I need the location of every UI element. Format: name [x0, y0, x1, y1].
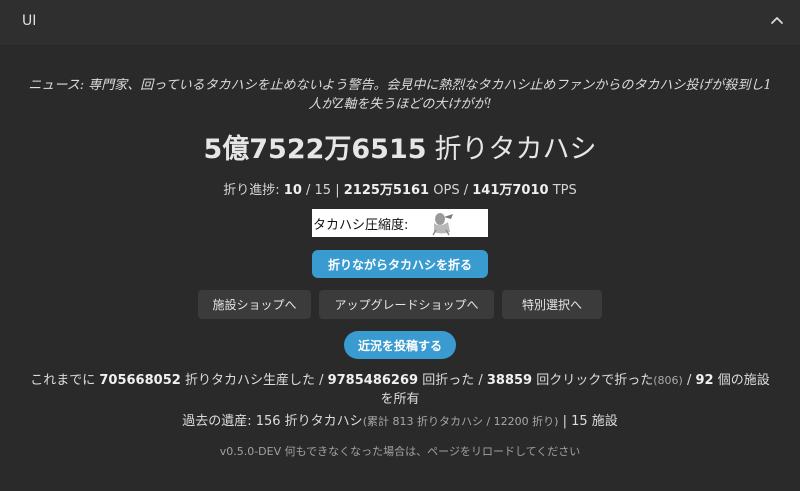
- fold-button[interactable]: 折りながらタカハシを折る: [312, 250, 488, 278]
- window-title: UI: [22, 13, 37, 29]
- stats-text: /: [686, 373, 692, 388]
- version-note: v0.5.0-DEV 何もできなくなった場合は、ページをリロードしてください: [219, 445, 581, 458]
- legacy-stats: 過去の遺産: 156 折りタカハシ(累計 813 折りタカハシ / 12200 …: [0, 410, 800, 429]
- counter-unit: 折りタカハシ: [434, 134, 597, 165]
- legacy-label: 過去の遺産: 156 折りタカハシ: [182, 414, 363, 429]
- stats-text: これまでに: [30, 373, 96, 388]
- ops-value: 2125万5161: [343, 183, 430, 198]
- click-count-detail: (806): [653, 374, 683, 387]
- chevron-up-icon[interactable]: [768, 12, 786, 30]
- takahashi-figure-icon: [432, 213, 454, 236]
- facility-shop-button[interactable]: 施設ショップへ: [198, 290, 311, 319]
- lifetime-stats: これまでに 705668052 折りタカハシ生産した / 9785486269 …: [30, 371, 770, 409]
- rotation-count: 9785486269: [327, 373, 419, 388]
- post-status-button[interactable]: 近況を投稿する: [344, 331, 456, 359]
- ops-unit: OPS /: [433, 183, 469, 198]
- legacy-detail: (累計 813 折りタカハシ / 12200 折り): [362, 415, 559, 428]
- game-panel: ニュース: 専門家、回っているタカハシを止めないよう警告。会見中に熱烈なタカハシ…: [0, 46, 800, 491]
- legacy-suffix: | 15 施設: [562, 414, 618, 429]
- produced-count: 705668052: [99, 373, 181, 388]
- facility-count: 92: [695, 373, 714, 388]
- progress-sep: / 15 |: [306, 183, 340, 198]
- news-ticker: ニュース: 専門家、回っているタカハシを止めないよう警告。会見中に熱烈なタカハシ…: [28, 78, 772, 112]
- special-select-button[interactable]: 特別選択へ: [502, 290, 602, 319]
- window-titlebar: UI: [0, 0, 800, 46]
- counter-value: 5億7522万6515: [203, 134, 427, 165]
- compression-box: タカハシ圧縮度:: [312, 209, 488, 237]
- tps-value: 141万7010: [472, 183, 549, 198]
- progress-label: 折り進捗:: [223, 183, 280, 198]
- stats-text: 回折った /: [422, 373, 483, 388]
- click-count: 38859: [486, 373, 533, 388]
- tps-unit: TPS: [552, 183, 577, 198]
- stats-text: 回クリックで折った: [536, 373, 654, 388]
- fold-progress: 折り進捗: 10 / 15 | 2125万5161 OPS / 141万7010…: [0, 179, 800, 198]
- stats-text: 折りタカハシ生産した /: [184, 373, 324, 388]
- takahashi-counter: 5億7522万6515 折りタカハシ: [0, 127, 800, 166]
- progress-current: 10: [283, 183, 302, 198]
- upgrade-shop-button[interactable]: アップグレードショップへ: [319, 290, 494, 319]
- compression-label: タカハシ圧縮度:: [313, 217, 409, 233]
